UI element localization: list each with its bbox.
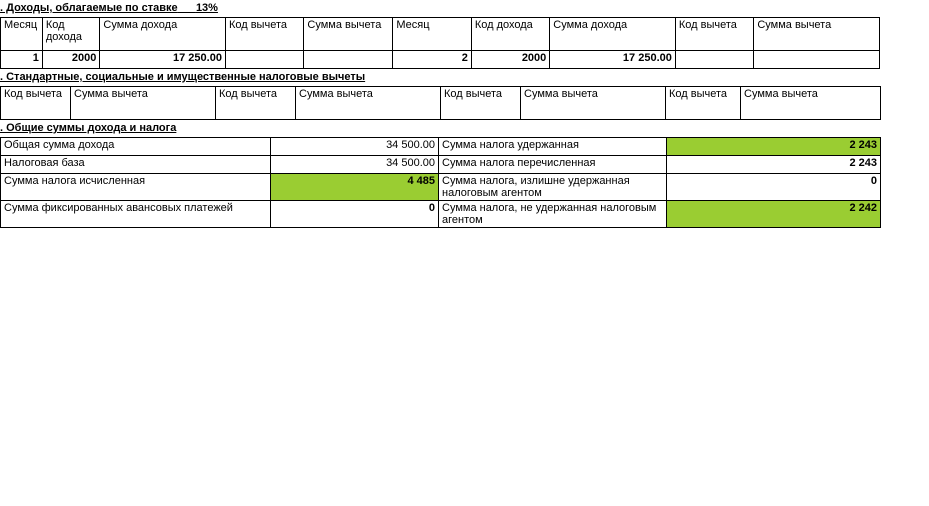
t-over-l: Сумма налога, излишне удержанная налогов…	[439, 174, 667, 201]
t-base-v: 34 500.00	[271, 156, 439, 174]
d-hdr-code-4: Код вычета	[666, 87, 741, 120]
cell-month-l: 1	[1, 51, 43, 69]
cell-deduct-code-l	[225, 51, 303, 69]
t-calc-v: 4 485	[271, 174, 439, 201]
cell-month-r: 2	[393, 51, 471, 69]
section3-title: . Доходы, облагаемые по ставке 13%	[0, 0, 880, 17]
section5-title: . Общие суммы дохода и налога	[0, 120, 880, 137]
deductions-table: Код вычета Сумма вычета Код вычета Сумма…	[0, 86, 881, 120]
t-withheld-l: Сумма налога удержанная	[439, 138, 667, 156]
hdr-month-l: Месяц	[1, 18, 43, 51]
cell-income-code-r: 2000	[471, 51, 549, 69]
t-fixed-v: 0	[271, 201, 439, 228]
t-calc-l: Сумма налога исчисленная	[1, 174, 271, 201]
cell-deduct-sum-l	[304, 51, 393, 69]
t-transferred-l: Сумма налога перечисленная	[439, 156, 667, 174]
t-withheld-v: 2 243	[667, 138, 881, 156]
d-hdr-sum-2: Сумма вычета	[296, 87, 441, 120]
t-over-v: 0	[667, 174, 881, 201]
section3-title-text: . Доходы, облагаемые по ставке	[0, 2, 178, 14]
totals-table: Общая сумма дохода 34 500.00 Сумма налог…	[0, 137, 881, 228]
t-transferred-v: 2 243	[667, 156, 881, 174]
cell-income-sum-l: 17 250.00	[100, 51, 226, 69]
section3-rate: 13%	[196, 2, 218, 14]
d-hdr-sum-3: Сумма вычета	[521, 87, 666, 120]
hdr-income-code-l: Код дохода	[42, 18, 100, 51]
t-not-l: Сумма налога, не удержанная налоговым аг…	[439, 201, 667, 228]
d-hdr-sum-1: Сумма вычета	[71, 87, 216, 120]
d-hdr-code-1: Код вычета	[1, 87, 71, 120]
d-hdr-code-2: Код вычета	[216, 87, 296, 120]
hdr-deduct-code-r: Код вычета	[675, 18, 753, 51]
t-base-l: Налоговая база	[1, 156, 271, 174]
cell-deduct-sum-r	[754, 51, 880, 69]
t-fixed-l: Сумма фиксированных авансовых платежей	[1, 201, 271, 228]
d-hdr-code-3: Код вычета	[441, 87, 521, 120]
t-income-total-l: Общая сумма дохода	[1, 138, 271, 156]
section4-title: . Стандартные, социальные и имущественны…	[0, 69, 880, 86]
t-not-v: 2 242	[667, 201, 881, 228]
d-hdr-sum-4: Сумма вычета	[741, 87, 881, 120]
hdr-income-sum-r: Сумма дохода	[550, 18, 676, 51]
cell-income-code-l: 2000	[42, 51, 100, 69]
hdr-deduct-sum-r: Сумма вычета	[754, 18, 880, 51]
hdr-deduct-sum-l: Сумма вычета	[304, 18, 393, 51]
hdr-month-r: Месяц	[393, 18, 471, 51]
cell-income-sum-r: 17 250.00	[550, 51, 676, 69]
income-table: Месяц Код дохода Сумма дохода Код вычета…	[0, 17, 880, 69]
t-income-total-v: 34 500.00	[271, 138, 439, 156]
hdr-deduct-code-l: Код вычета	[225, 18, 303, 51]
hdr-income-sum-l: Сумма дохода	[100, 18, 226, 51]
cell-deduct-code-r	[675, 51, 753, 69]
hdr-income-code-r: Код дохода	[471, 18, 549, 51]
